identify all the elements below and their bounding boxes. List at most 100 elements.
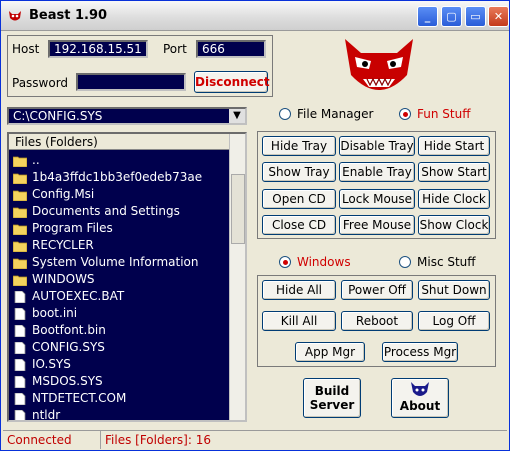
build-server-label-line1: Build <box>314 384 350 398</box>
radio-fun-stuff-label: Fun Stuff <box>417 107 471 121</box>
file-list-header[interactable]: Files (Folders) <box>9 134 231 150</box>
list-item[interactable]: IO.SYS <box>9 356 229 373</box>
hide-all-button[interactable]: Hide All <box>262 280 336 300</box>
show-clock-button[interactable]: Show Clock <box>418 215 490 235</box>
hide-start-button[interactable]: Hide Start <box>418 136 490 156</box>
minimize-button[interactable]: _ <box>417 6 438 27</box>
file-icon <box>14 375 26 388</box>
list-item-label: Documents and Settings <box>32 204 180 218</box>
list-item[interactable]: System Volume Information <box>9 254 229 271</box>
file-icon <box>14 392 26 405</box>
close-cd-button[interactable]: Close CD <box>262 215 336 235</box>
file-list[interactable]: Files (Folders) .. 1b4a3ffdc1bb3ef0edeb73… <box>7 132 247 422</box>
password-input[interactable] <box>76 73 186 91</box>
list-item[interactable]: Program Files <box>9 220 229 237</box>
list-item-label: Bootfont.bin <box>32 323 106 337</box>
about-button[interactable]: About <box>391 378 449 418</box>
power-off-button[interactable]: Power Off <box>341 280 413 300</box>
list-item-label: IO.SYS <box>32 357 71 371</box>
radio-windows-label: Windows <box>297 255 351 269</box>
list-item[interactable]: Bootfont.bin <box>9 322 229 339</box>
list-item-label: boot.ini <box>32 306 78 320</box>
list-item-label: System Volume Information <box>32 255 199 269</box>
open-cd-button[interactable]: Open CD <box>262 189 336 209</box>
folder-icon <box>13 275 27 286</box>
port-input[interactable]: 666 <box>196 40 266 58</box>
folder-icon <box>13 207 27 218</box>
file-icon <box>14 358 26 371</box>
host-input[interactable]: 192.168.15.51 <box>48 40 148 58</box>
host-label: Host <box>12 42 40 56</box>
scrollbar-thumb[interactable] <box>231 174 245 244</box>
list-item[interactable]: Documents and Settings <box>9 203 229 220</box>
beast-logo <box>345 39 413 90</box>
lock-mouse-button[interactable]: Lock Mouse <box>339 189 415 209</box>
status-connection: Connected <box>3 431 101 449</box>
kill-all-button[interactable]: Kill All <box>262 311 336 331</box>
log-off-button[interactable]: Log Off <box>418 311 490 331</box>
close-button[interactable]: ✕ <box>488 6 509 27</box>
path-combobox-value: C:\CONFIG.SYS <box>13 109 103 123</box>
list-item[interactable]: MSDOS.SYS <box>9 373 229 390</box>
maximize-button[interactable]: ▢ <box>441 6 462 27</box>
list-item-label: .. <box>32 153 40 167</box>
free-mouse-button[interactable]: Free Mouse <box>339 215 415 235</box>
beast-logo-icon <box>9 11 21 21</box>
hide-clock-button[interactable]: Hide Clock <box>418 189 490 209</box>
file-icon <box>14 307 26 320</box>
window-title: Beast 1.90 <box>29 8 108 23</box>
file-list-scrollbar[interactable] <box>229 134 245 420</box>
folder-icon <box>13 241 27 252</box>
list-item[interactable]: Config.Msi <box>9 186 229 203</box>
list-item-label: NTDETECT.COM <box>32 391 127 405</box>
list-item[interactable]: .. <box>9 152 229 169</box>
process-mgr-button[interactable]: Process Mgr <box>382 342 458 362</box>
connection-panel: Host 192.168.15.51 Port 666 Password Dis… <box>7 35 273 97</box>
list-item-label: AUTOEXEC.BAT <box>32 289 125 303</box>
radio-misc-stuff[interactable]: Misc Stuff <box>399 255 476 269</box>
build-server-button[interactable]: Build Server <box>303 378 361 418</box>
radio-dot-selected[interactable] <box>279 256 291 268</box>
reboot-button[interactable]: Reboot <box>341 311 413 331</box>
folder-icon <box>13 258 27 269</box>
file-icon <box>14 290 26 303</box>
list-item[interactable]: ntldr <box>9 407 229 420</box>
list-item[interactable]: CONFIG.SYS <box>9 339 229 356</box>
app-mgr-button[interactable]: App Mgr <box>295 342 365 362</box>
radio-dot[interactable] <box>279 108 291 120</box>
folder-icon <box>13 190 27 201</box>
radio-fun-stuff[interactable]: Fun Stuff <box>399 107 470 121</box>
show-tray-button[interactable]: Show Tray <box>262 162 336 182</box>
list-item-label: MSDOS.SYS <box>32 374 103 388</box>
list-item[interactable]: 1b4a3ffdc1bb3ef0edeb73ae <box>9 169 229 186</box>
list-item-label: WINDOWS <box>32 272 95 286</box>
shut-down-button[interactable]: Shut Down <box>418 280 490 300</box>
status-file-count: Files [Folders]: 16 <box>105 433 211 447</box>
disconnect-button[interactable]: Disconnect <box>194 71 270 93</box>
radio-windows[interactable]: Windows <box>279 255 351 269</box>
list-item[interactable]: AUTOEXEC.BAT <box>9 288 229 305</box>
radio-dot-selected[interactable] <box>399 108 411 120</box>
list-item[interactable]: RECYCLER <box>9 237 229 254</box>
radio-dot[interactable] <box>399 256 411 268</box>
folder-icon <box>13 156 27 167</box>
enable-tray-button[interactable]: Enable Tray <box>339 162 415 182</box>
status-bar: Connected Files [Folders]: 16 <box>3 430 507 449</box>
chevron-down-icon[interactable]: ▼ <box>229 109 245 123</box>
about-label: About <box>399 399 441 413</box>
path-combobox[interactable]: C:\CONFIG.SYS ▼ <box>7 107 247 125</box>
file-icon <box>14 409 26 420</box>
list-item-label: RECYCLER <box>32 238 94 252</box>
app-window: Beast 1.90 _ ▢ ▭ ✕ Host 192.168.15.51 Po… <box>0 0 510 451</box>
show-start-button[interactable]: Show Start <box>418 162 490 182</box>
title-bar[interactable]: Beast 1.90 _ ▢ ▭ ✕ <box>1 1 509 31</box>
file-icon <box>14 341 26 354</box>
list-item[interactable]: WINDOWS <box>9 271 229 288</box>
port-label: Port <box>163 42 187 56</box>
list-item[interactable]: boot.ini <box>9 305 229 322</box>
list-item[interactable]: NTDETECT.COM <box>9 390 229 407</box>
restore-button[interactable]: ▭ <box>465 6 486 27</box>
disable-tray-button[interactable]: Disable Tray <box>339 136 415 156</box>
hide-tray-button[interactable]: Hide Tray <box>262 136 336 156</box>
radio-file-manager[interactable]: File Manager <box>279 107 374 121</box>
